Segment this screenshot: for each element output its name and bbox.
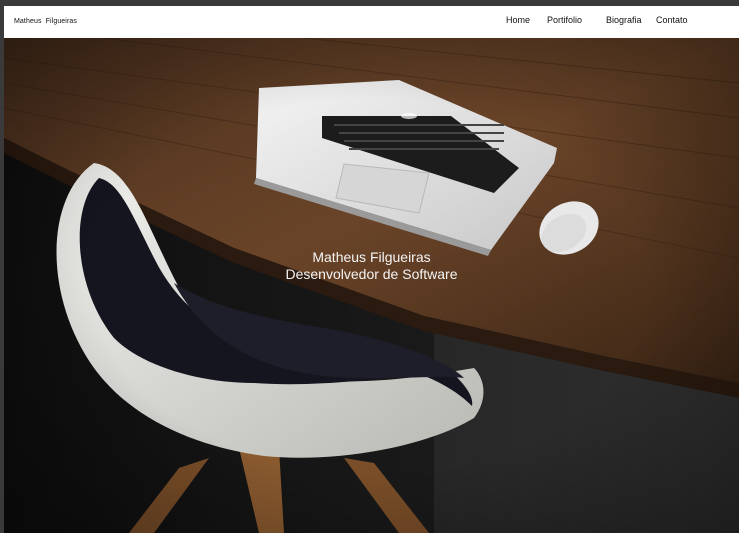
nav-link-contato[interactable]: Contato bbox=[656, 15, 688, 25]
browser-frame: Matheus Filgueiras Home Portifolio Biogr… bbox=[0, 0, 739, 533]
hero-section: Matheus Filgueiras Desenvolvedor de Soft… bbox=[4, 38, 739, 533]
hero-background-image bbox=[4, 38, 739, 533]
brand-name[interactable]: Matheus Filgueiras bbox=[14, 18, 77, 25]
top-navbar: Matheus Filgueiras Home Portifolio Biogr… bbox=[4, 6, 739, 38]
nav-link-biografia[interactable]: Biografia bbox=[606, 15, 642, 25]
nav-link-home[interactable]: Home bbox=[506, 15, 530, 25]
page: Matheus Filgueiras Home Portifolio Biogr… bbox=[4, 6, 739, 533]
hero-role: Desenvolvedor de Software bbox=[285, 266, 458, 282]
nav-link-portifolio[interactable]: Portifolio bbox=[547, 15, 582, 25]
hero-name: Matheus Filgueiras bbox=[312, 249, 431, 265]
